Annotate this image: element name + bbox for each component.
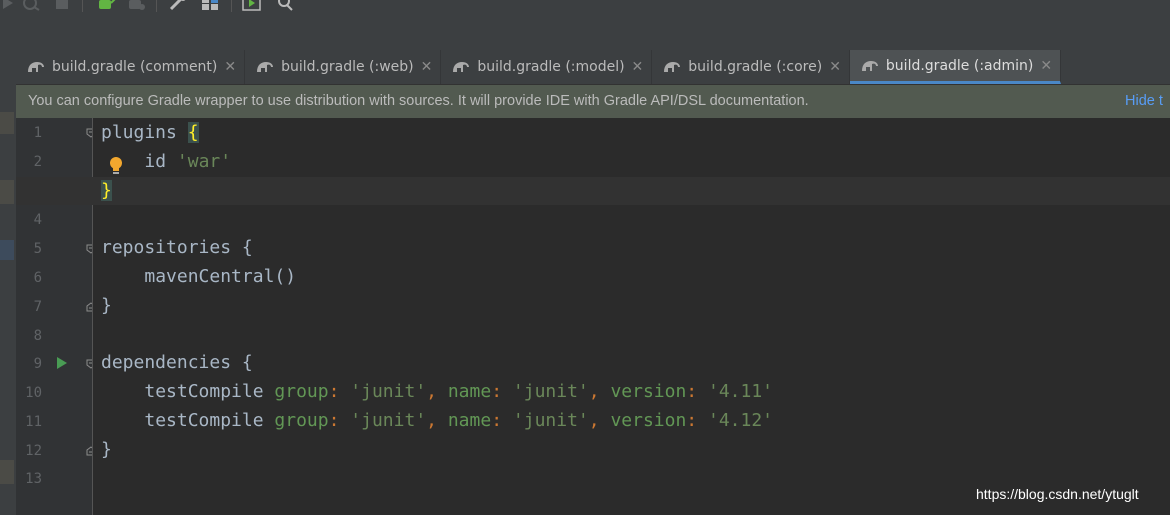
main-toolbar bbox=[0, 0, 1170, 18]
notification-message: You can configure Gradle wrapper to use … bbox=[28, 93, 809, 109]
line-number: 4 bbox=[33, 212, 42, 228]
close-icon[interactable]: ✕ bbox=[632, 59, 644, 75]
hide-link[interactable]: Hide t bbox=[1125, 93, 1163, 109]
line-number: 13 bbox=[25, 471, 42, 487]
param-name: name bbox=[447, 410, 492, 431]
method-name: testCompile bbox=[144, 381, 264, 402]
run-window-icon[interactable] bbox=[242, 0, 262, 12]
line-number: 7 bbox=[33, 299, 42, 315]
code-line-1: plugins { bbox=[101, 118, 199, 147]
method-call: mavenCentral() bbox=[144, 266, 297, 287]
tab-build-gradle-core[interactable]: build.gradle (:core) ✕ bbox=[652, 50, 850, 84]
close-icon[interactable]: ✕ bbox=[224, 59, 236, 75]
debug-attach-icon[interactable] bbox=[22, 0, 40, 12]
left-tool-strip bbox=[0, 50, 16, 515]
tab-label: build.gradle (:admin) bbox=[885, 57, 1034, 74]
open-brace: { bbox=[187, 122, 199, 143]
line-number: 11 bbox=[25, 414, 42, 430]
run-icon[interactable] bbox=[2, 0, 14, 12]
tab-build-gradle-comment[interactable]: build.gradle (comment) ✕ bbox=[16, 50, 246, 84]
tab-label: build.gradle (:core) bbox=[688, 59, 823, 75]
close-icon[interactable]: ✕ bbox=[1040, 58, 1052, 74]
toolbar-separator bbox=[231, 0, 232, 12]
watermark: https://blog.csdn.net/ytuglt bbox=[976, 486, 1139, 502]
code-line-2: id 'war' bbox=[101, 147, 231, 176]
string-literal: '4.12' bbox=[707, 410, 774, 431]
keyword-plugins: plugins bbox=[101, 122, 177, 143]
strip-marker bbox=[0, 460, 14, 484]
line-number: 6 bbox=[33, 270, 42, 286]
caret-row-highlight bbox=[16, 177, 1170, 205]
line-number: 9 bbox=[33, 356, 42, 372]
tab-label: build.gradle (:model) bbox=[477, 59, 625, 75]
toolbar-separator bbox=[156, 0, 157, 12]
toolbar-spacer bbox=[0, 18, 1170, 50]
run-gutter-icon[interactable] bbox=[56, 356, 68, 370]
strip-marker bbox=[0, 112, 14, 134]
project-structure-icon[interactable] bbox=[200, 0, 220, 12]
search-icon[interactable] bbox=[276, 0, 296, 12]
param-name: group bbox=[274, 410, 329, 431]
method-name: testCompile bbox=[144, 410, 264, 431]
code-line-6: mavenCentral() bbox=[101, 262, 296, 291]
line-number: 1 bbox=[33, 125, 42, 141]
line-number: 2 bbox=[33, 154, 42, 170]
gradle-elephant-icon bbox=[28, 62, 44, 72]
line-number: 10 bbox=[25, 385, 42, 401]
tab-build-gradle-web[interactable]: build.gradle (:web) ✕ bbox=[245, 50, 442, 84]
param-name: group bbox=[274, 381, 329, 402]
tab-build-gradle-admin[interactable]: build.gradle (:admin) ✕ bbox=[849, 50, 1062, 84]
line-number: 8 bbox=[33, 328, 42, 344]
toolbar-separator bbox=[82, 0, 83, 12]
strip-marker bbox=[0, 180, 14, 204]
gradle-elephant-icon bbox=[861, 60, 878, 71]
code-line-11: testCompile group: 'junit', name: 'junit… bbox=[144, 410, 774, 431]
string-literal: '4.11' bbox=[707, 381, 774, 402]
param-name: version bbox=[610, 381, 687, 402]
tab-label: build.gradle (comment) bbox=[52, 59, 218, 75]
string-literal: 'junit' bbox=[512, 381, 589, 402]
param-name: version bbox=[610, 410, 687, 431]
android-build-icon[interactable] bbox=[96, 0, 116, 12]
tab-label: build.gradle (:web) bbox=[281, 59, 414, 75]
close-icon[interactable]: ✕ bbox=[421, 59, 433, 75]
close-icon[interactable]: ✕ bbox=[829, 59, 841, 75]
tab-build-gradle-model[interactable]: build.gradle (:model) ✕ bbox=[441, 50, 653, 84]
line-number: 5 bbox=[33, 241, 42, 257]
gradle-elephant-icon bbox=[453, 62, 470, 72]
string-literal: 'junit' bbox=[350, 410, 427, 431]
code-line-5: repositories { bbox=[101, 233, 253, 262]
code-line-7: } bbox=[101, 291, 112, 320]
code-line-9: dependencies { bbox=[101, 348, 253, 377]
id-token: id bbox=[144, 151, 167, 172]
string-literal: 'war' bbox=[176, 151, 232, 172]
wrench-icon[interactable] bbox=[168, 0, 188, 12]
close-brace: } bbox=[101, 180, 112, 201]
keyword-dependencies: dependencies { bbox=[101, 352, 253, 373]
code-line-12: } bbox=[101, 435, 112, 464]
code-line-3: } bbox=[101, 176, 112, 205]
gradle-elephant-icon bbox=[664, 62, 681, 72]
keyword-repositories: repositories { bbox=[101, 237, 253, 258]
stop-icon[interactable] bbox=[55, 0, 69, 12]
gradle-elephant-icon bbox=[257, 62, 274, 72]
gradle-wrapper-notification: You can configure Gradle wrapper to use … bbox=[16, 85, 1170, 118]
android-sync-icon[interactable] bbox=[126, 0, 146, 12]
code-line-10: testCompile group: 'junit', name: 'junit… bbox=[144, 381, 774, 402]
line-number: 12 bbox=[25, 443, 42, 459]
editor-tabs: build.gradle (comment) ✕ build.gradle (:… bbox=[16, 50, 1170, 85]
close-brace: } bbox=[101, 295, 112, 316]
strip-marker bbox=[0, 240, 14, 260]
close-brace: } bbox=[101, 439, 112, 460]
param-name: name bbox=[447, 381, 492, 402]
string-literal: 'junit' bbox=[350, 381, 427, 402]
string-literal: 'junit' bbox=[512, 410, 589, 431]
